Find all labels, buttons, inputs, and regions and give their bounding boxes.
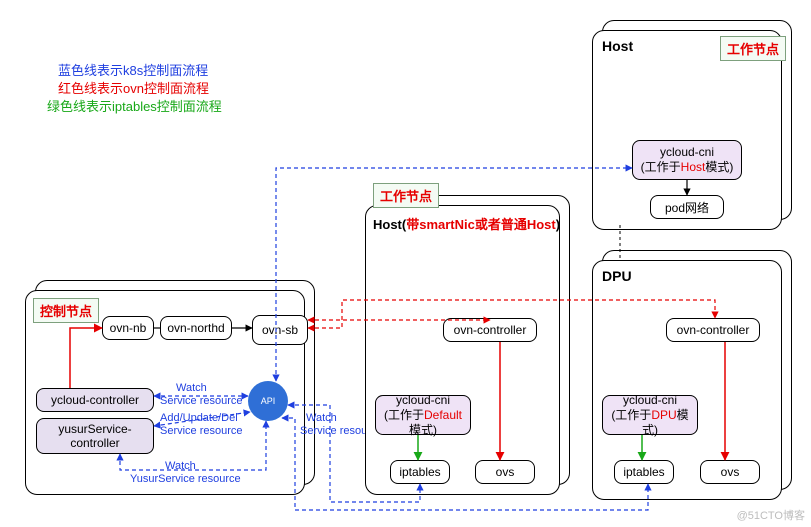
legend-red: 红色线表示ovn控制面流程: [58, 78, 209, 97]
tag-control-node: 控制节点: [33, 298, 99, 323]
host-title: Host: [602, 38, 633, 54]
dpu-cni-box: ycloud-cni (工作于DPU模式): [602, 395, 698, 435]
tag-worker-middle: 工作节点: [373, 183, 439, 208]
k8s-api-label: API: [261, 396, 276, 406]
middle-iptables: iptables: [390, 460, 450, 484]
tag-worker-host: 工作节点: [720, 36, 786, 61]
label-yusur-res: YusurService resource: [130, 473, 241, 485]
dpu-iptables: iptables: [614, 460, 674, 484]
middle-title: Host(带smartNic或者普通Host): [373, 214, 560, 233]
yusur-service-controller-box: yusurService-controller: [36, 418, 154, 454]
label-add-update-del: Add/Update/Del: [160, 412, 238, 424]
ovn-nb-box: ovn-nb: [102, 316, 154, 340]
host-cni-box: ycloud-cni (工作于Host模式): [632, 140, 742, 180]
middle-ovn-controller: ovn-controller: [443, 318, 537, 342]
ovn-sb-box: ovn-sb: [252, 315, 308, 345]
host-pod-net: pod网络: [650, 195, 724, 219]
label-svc-res-1: Service resource: [160, 395, 243, 407]
legend-blue: 蓝色线表示k8s控制面流程: [58, 60, 208, 79]
k8s-api-icon: API: [248, 381, 288, 421]
middle-cni-box: ycloud-cni (工作于Default模式): [375, 395, 471, 435]
label-watch-3: Watch: [306, 412, 337, 424]
dpu-ovn-controller: ovn-controller: [666, 318, 760, 342]
middle-panel: [365, 205, 560, 495]
legend-green: 绿色线表示iptables控制面流程: [47, 96, 222, 115]
label-watch-2: Watch: [165, 460, 196, 472]
ovn-northd-box: ovn-northd: [160, 316, 232, 340]
dpu-title: DPU: [602, 268, 632, 284]
label-svc-res-2: Service resource: [160, 425, 243, 437]
ycloud-controller-box: ycloud-controller: [36, 388, 154, 412]
watermark: @51CTO博客: [737, 507, 805, 523]
middle-ovs: ovs: [475, 460, 535, 484]
label-watch-1: Watch: [176, 382, 207, 394]
dpu-ovs: ovs: [700, 460, 760, 484]
